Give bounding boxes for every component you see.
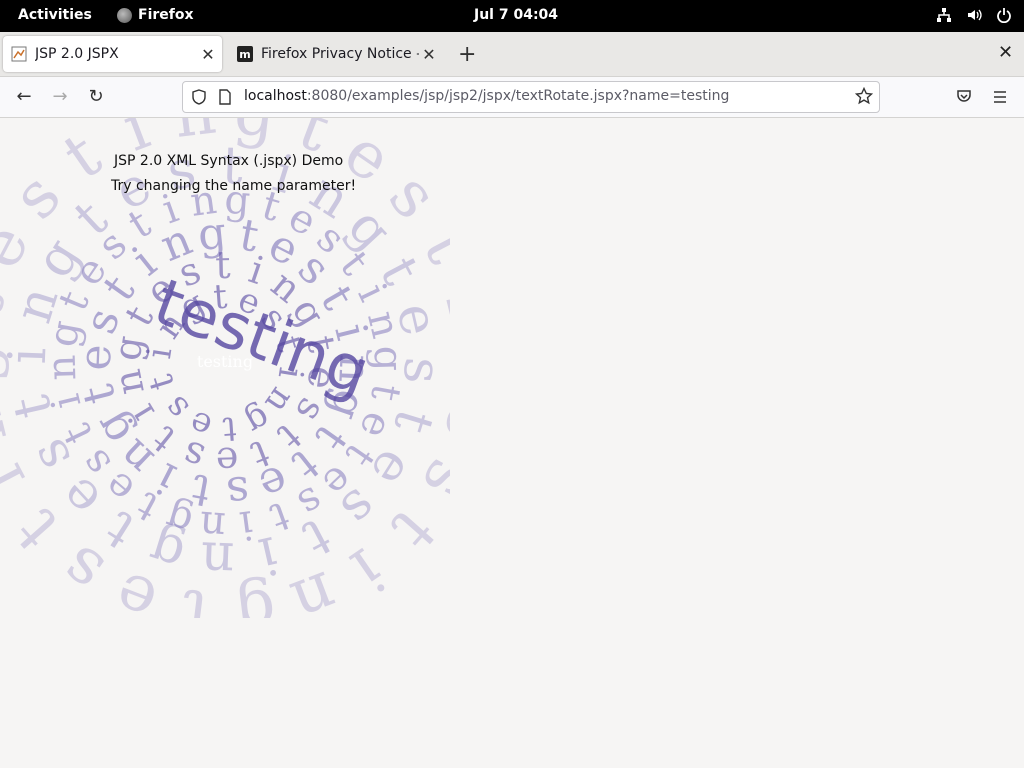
activities-button[interactable]: Activities — [18, 7, 92, 23]
url-text[interactable]: localhost:8080/examples/jsp/jsp2/jspx/te… — [244, 88, 729, 104]
system-tray[interactable] — [936, 7, 1012, 24]
menu-icon[interactable] — [992, 89, 1008, 105]
rotated-letter: t — [376, 495, 449, 564]
volume-icon[interactable] — [966, 7, 982, 23]
url-path: :8080/examples/jsp/jsp2/jspx/textRotate.… — [306, 88, 730, 104]
rotated-letter: i — [338, 533, 397, 606]
new-tab-button[interactable]: + — [458, 42, 476, 67]
page-title: JSP 2.0 XML Syntax (.jspx) Demo — [114, 153, 344, 169]
rotated-letter: t — [51, 119, 114, 195]
mozilla-icon: m — [237, 46, 253, 62]
firefox-icon — [117, 7, 132, 23]
reload-icon[interactable]: ↻ — [84, 85, 108, 109]
close-window-icon[interactable]: ✕ — [998, 42, 1013, 63]
page-subtitle: Try changing the name parameter! — [111, 178, 357, 194]
center-name: testing — [197, 352, 253, 371]
bookmark-star-icon[interactable] — [855, 87, 873, 105]
forward-icon[interactable]: → — [48, 85, 72, 109]
power-icon[interactable] — [996, 7, 1012, 24]
pocket-icon[interactable] — [956, 88, 972, 104]
tab-title: Firefox Privacy Notice — M — [261, 46, 419, 62]
network-icon[interactable] — [936, 7, 952, 23]
tab-bar: JSP 2.0 JSPX ✕ m Firefox Privacy Notice … — [0, 32, 1024, 77]
page-icon[interactable] — [217, 89, 233, 105]
rotated-letter: s — [0, 160, 76, 234]
rotated-letter: n — [282, 556, 347, 618]
app-name: Firefox — [138, 7, 194, 23]
app-menu[interactable]: Firefox — [117, 7, 194, 23]
close-tab-icon[interactable]: ✕ — [198, 45, 218, 64]
rotated-letter: t — [95, 499, 145, 561]
system-top-bar: Activities Firefox Jul 7 04:04 — [0, 0, 1024, 32]
tab-privacy-notice[interactable]: m Firefox Privacy Notice — M ✕ — [229, 36, 443, 72]
url-bar[interactable]: localhost:8080/examples/jsp/jsp2/jspx/te… — [182, 81, 880, 113]
tab-jspx[interactable]: JSP 2.0 JSPX ✕ — [3, 36, 222, 72]
tab-title: JSP 2.0 JSPX — [35, 46, 119, 62]
tomcat-icon — [11, 46, 27, 62]
clock[interactable]: Jul 7 04:04 — [474, 7, 558, 23]
page-content: testingtestingtestingtestitestingtesting… — [0, 118, 1024, 768]
close-tab-icon[interactable]: ✕ — [419, 45, 439, 64]
nav-bar: ← → ↻ localhost:8080/examples/jsp/jsp2/j… — [0, 77, 1024, 118]
url-host: localhost — [244, 88, 307, 104]
svg-text:m: m — [239, 48, 250, 61]
shield-icon[interactable] — [191, 89, 207, 105]
back-icon[interactable]: ← — [12, 85, 36, 109]
